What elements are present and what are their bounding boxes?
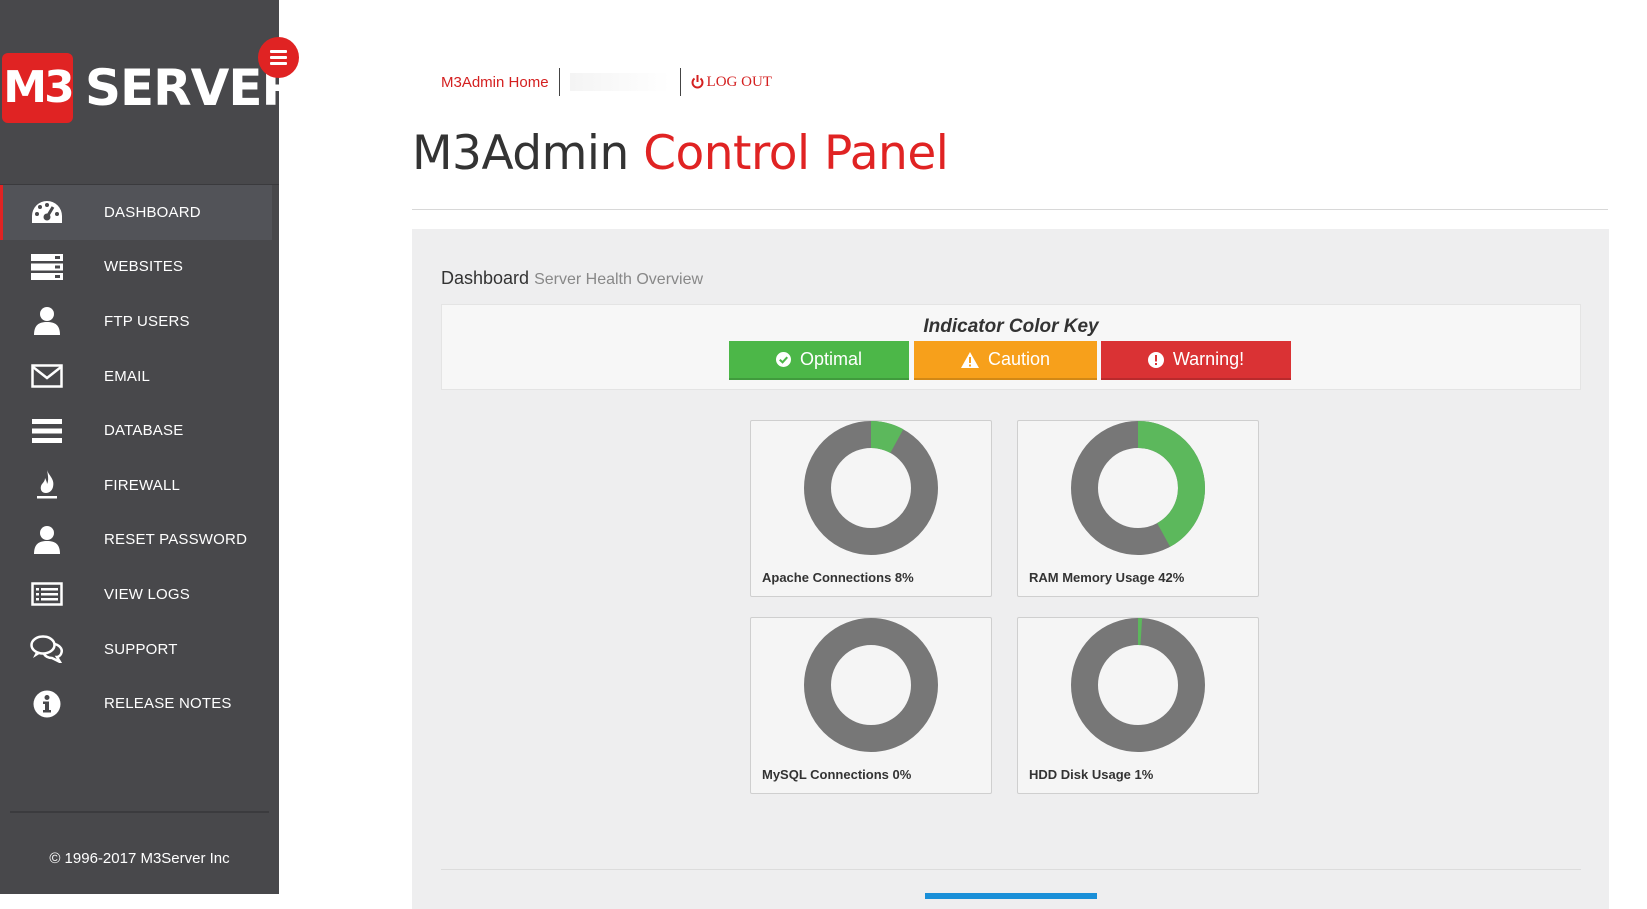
username-redacted[interactable] [569, 73, 670, 91]
gauge-label: Apache Connections 8% [762, 570, 914, 585]
hamburger-icon [270, 50, 287, 53]
gauge-label: HDD Disk Usage 1% [1029, 767, 1154, 782]
power-icon [691, 75, 703, 89]
chat-bubbles-icon [30, 632, 64, 666]
gauge-label: RAM Memory Usage 42% [1029, 570, 1185, 585]
warning-triangle-icon [960, 351, 979, 368]
title-divider [412, 209, 1608, 210]
logout-link[interactable]: LOG OUT [691, 74, 772, 91]
warning-label: Warning! [1172, 349, 1245, 369]
sidebar-item-label: WEBSITES [104, 258, 184, 276]
page-title-main: M3Admin [412, 126, 644, 181]
sidebar-item-email[interactable]: EMAIL [0, 349, 279, 404]
sidebar-item-reset-password[interactable]: RESET PASSWORD [0, 513, 279, 568]
sidebar-item-label: RESET PASSWORD [104, 531, 248, 549]
info-icon [30, 687, 64, 721]
hdd-disk-gauge: HDD Disk Usage 1% [1017, 617, 1259, 794]
sidebar-divider [10, 811, 269, 813]
gauge-donut [1071, 618, 1205, 752]
gauge-donut [1071, 421, 1205, 555]
gauge-donut [804, 421, 938, 555]
sidebar-item-label: SUPPORT [104, 640, 178, 658]
sidebar-item-support[interactable]: SUPPORT [0, 622, 279, 677]
sidebar-item-firewall[interactable]: FIREWALL [0, 458, 279, 513]
user-icon [30, 304, 64, 338]
indicator-color-key: Indicator Color Key Optimal Caution Warn… [441, 304, 1581, 390]
sidebar-item-ftp-users[interactable]: FTP USERS [0, 294, 279, 349]
sidebar-item-database[interactable]: DATABASE [0, 403, 279, 458]
sidebar-item-websites[interactable]: WEBSITES [0, 240, 279, 295]
fire-icon [30, 468, 64, 502]
sidebar-item-label: RELEASE NOTES [104, 695, 232, 713]
mysql-connections-gauge: MySQL Connections 0% [750, 617, 992, 794]
panel-heading-subtitle: Server Health Overview [534, 271, 704, 288]
sidebar-item-label: FIREWALL [104, 476, 181, 494]
sidebar-item-label: FTP USERS [104, 312, 190, 330]
sidebar-nav: DASHBOARD WEBSITES FTP USERS EMAIL DATAB… [0, 184, 279, 731]
log-list-icon [30, 577, 64, 611]
gauge-label: MySQL Connections 0% [762, 767, 912, 782]
hamburger-icon-bar [270, 56, 287, 59]
user-icon [30, 523, 64, 557]
logout-label: LOG OUT [706, 73, 772, 90]
gauge-track [804, 618, 938, 752]
envelope-icon [30, 359, 64, 393]
optimal-label: Optimal [799, 349, 862, 369]
caution-label: Caution [987, 349, 1051, 369]
sidebar-item-release-notes[interactable]: RELEASE NOTES [0, 676, 279, 731]
optimal-indicator: Optimal [729, 341, 909, 380]
exclamation-circle-icon [1147, 351, 1164, 368]
sidebar: M3 SERVER DASHBOARD WEBSITES FTP USERS E… [0, 0, 300, 894]
warning-indicator: Warning! [1101, 341, 1291, 380]
apache-connections-gauge: Apache Connections 8% [750, 420, 992, 597]
nav-separator [679, 68, 681, 96]
home-link[interactable]: M3Admin Home [441, 74, 549, 91]
panel-bottom-divider [441, 869, 1581, 870]
list-icon [30, 414, 64, 448]
check-circle-icon [775, 352, 791, 367]
dashboard-panel: Dashboard Server Health Overview Indicat… [412, 229, 1609, 909]
sidebar-item-label: EMAIL [104, 367, 151, 385]
gauge-track [1071, 618, 1205, 752]
sidebar-item-label: VIEW LOGS [104, 585, 190, 603]
page-title-accent: Control Panel [643, 126, 949, 181]
copyright: © 1996-2017 M3Server Inc [49, 850, 230, 867]
top-nav: M3Admin Home LOG OUT [441, 68, 772, 96]
hamburger-icon-bar [270, 62, 287, 65]
page-title: M3Admin Control Panel [412, 126, 949, 181]
caution-indicator: Caution [914, 341, 1097, 380]
gauge-donut [804, 618, 938, 752]
sidebar-item-dashboard[interactable]: DASHBOARD [0, 185, 272, 240]
menu-toggle-button[interactable] [258, 37, 299, 78]
sidebar-item-label: DATABASE [104, 422, 184, 440]
dashboard-icon [30, 195, 64, 229]
logo-mark: M3 [2, 53, 75, 123]
logo[interactable]: M3 SERVER [0, 50, 300, 124]
panel-heading: Dashboard Server Health Overview [441, 268, 703, 289]
gauge-track [804, 421, 938, 555]
server-icon [30, 250, 64, 284]
panel-heading-title: Dashboard [441, 268, 530, 288]
sidebar-item-label: DASHBOARD [104, 203, 201, 221]
indicator-key-title: Indicator Color Key [923, 316, 1099, 337]
ram-memory-gauge: RAM Memory Usage 42% [1017, 420, 1259, 597]
nav-separator [558, 68, 560, 96]
sidebar-item-view-logs[interactable]: VIEW LOGS [0, 567, 279, 622]
